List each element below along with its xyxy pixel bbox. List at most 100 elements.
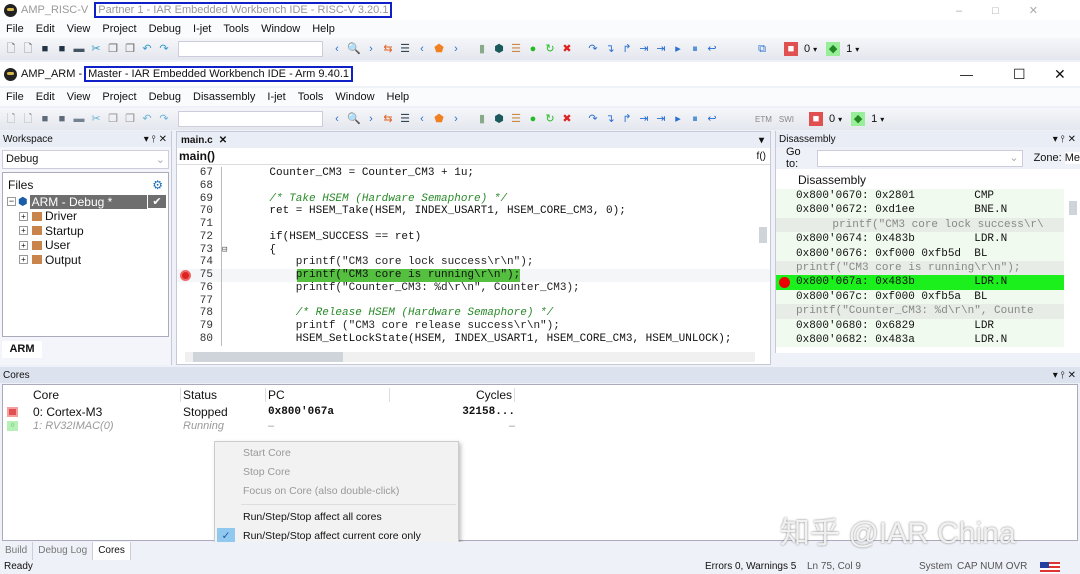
context-menu-item[interactable]: Start Core bbox=[215, 444, 458, 463]
reset-icon[interactable]: ↻ bbox=[543, 42, 557, 56]
gutter[interactable] bbox=[177, 307, 191, 320]
go-icon[interactable]: ▸ bbox=[671, 42, 685, 56]
file-icon[interactable]: ▮ bbox=[475, 42, 489, 56]
core1-selector[interactable]: 1 bbox=[846, 43, 852, 55]
bookmark-icon[interactable]: ⬟ bbox=[432, 112, 446, 126]
menu-project[interactable]: Project bbox=[102, 23, 136, 35]
menu-tools[interactable]: Tools bbox=[223, 23, 249, 35]
menu-file[interactable]: File bbox=[6, 91, 24, 103]
print-icon[interactable]: ▬ bbox=[72, 42, 86, 56]
gutter[interactable] bbox=[177, 231, 191, 244]
context-menu-item[interactable]: Run/Step/Stop affect all cores bbox=[215, 508, 458, 527]
panel-controls[interactable]: ▾ ⫯ ✕ bbox=[144, 134, 167, 145]
chevron-down-icon[interactable]: ▾ bbox=[855, 45, 859, 54]
core-row[interactable]: ○ 1: RV32IMAC(0) Running – – bbox=[3, 419, 1077, 433]
find-icon[interactable]: 🔍 bbox=[347, 112, 361, 126]
close-tab-icon[interactable]: ✕ bbox=[219, 135, 227, 146]
goto-input[interactable]: ⌄ bbox=[817, 149, 1023, 167]
menu-window[interactable]: Window bbox=[261, 23, 300, 35]
menu-view[interactable]: View bbox=[67, 91, 91, 103]
column-status[interactable]: Status bbox=[180, 388, 265, 402]
chevron-down-icon[interactable]: ▾ bbox=[838, 115, 842, 124]
menu-tools[interactable]: Tools bbox=[298, 91, 324, 103]
source-line[interactable]: printf("CM3 core is running\r\n"); bbox=[776, 260, 1064, 276]
column-core[interactable]: Core bbox=[33, 388, 180, 402]
cut-icon[interactable]: ✂ bbox=[89, 112, 103, 126]
list-icon[interactable]: ☰ bbox=[398, 112, 412, 126]
list-icon[interactable]: ☰ bbox=[398, 42, 412, 56]
current-statement-breakpoint-icon[interactable] bbox=[180, 270, 191, 281]
prev-bookmark-icon[interactable]: ‹ bbox=[415, 112, 429, 126]
next-bookmark-icon[interactable]: › bbox=[449, 112, 463, 126]
menu-window[interactable]: Window bbox=[335, 91, 374, 103]
function-navigator[interactable]: main() f() bbox=[177, 148, 770, 165]
step-into-icon[interactable]: ↴ bbox=[603, 42, 617, 56]
zone-select[interactable]: Me bbox=[1064, 152, 1080, 164]
core1-run-icon[interactable]: ◆ bbox=[851, 112, 866, 126]
gutter[interactable] bbox=[177, 180, 191, 193]
panel-controls[interactable]: ▾ ⫯ ✕ bbox=[1053, 370, 1076, 381]
toggle-icon[interactable]: ⇆ bbox=[381, 42, 395, 56]
copy-icon[interactable]: ❐ bbox=[106, 42, 120, 56]
undo-icon[interactable]: ↶ bbox=[140, 112, 154, 126]
step-out-icon[interactable]: ↱ bbox=[620, 42, 634, 56]
core1-selector[interactable]: 1 bbox=[871, 113, 877, 125]
instruction-row[interactable]: 0x800'0672: 0xd1ee BNE.N bbox=[776, 203, 1064, 218]
multicore-icon[interactable]: ⧉ bbox=[755, 42, 769, 56]
menu-ijet[interactable]: I-jet bbox=[267, 91, 285, 103]
list2-icon[interactable]: ☰ bbox=[509, 42, 523, 56]
column-pc[interactable]: PC bbox=[265, 388, 389, 402]
context-menu-item[interactable]: Focus on Core (also double-click) bbox=[215, 482, 458, 501]
function-icon[interactable]: f() bbox=[757, 151, 766, 162]
navigate-forward-icon[interactable]: › bbox=[364, 42, 378, 56]
cut-icon[interactable]: ✂ bbox=[89, 42, 103, 56]
open-icon[interactable]: 🗋 bbox=[21, 112, 35, 126]
core0-stop-icon[interactable]: ■ bbox=[809, 112, 823, 126]
code-area[interactable]: 67 Counter_CM3 = Counter_CM3 + 1u; 68 69 /… bbox=[177, 165, 770, 346]
download-icon[interactable]: ⬢ bbox=[492, 42, 506, 56]
etm-button[interactable]: ETM bbox=[755, 115, 772, 124]
navigate-back-icon[interactable]: ‹ bbox=[330, 112, 344, 126]
folder-node[interactable]: + Output bbox=[3, 253, 168, 268]
step-into-icon[interactable]: ↴ bbox=[603, 112, 617, 126]
find-combo[interactable] bbox=[178, 111, 323, 127]
collapse-icon[interactable]: − bbox=[7, 197, 16, 206]
disassembly-scrollbar[interactable] bbox=[1069, 191, 1077, 349]
gutter[interactable] bbox=[177, 205, 191, 218]
instruction-row[interactable]: 0x800'0674: 0x483b LDR.N bbox=[776, 232, 1064, 247]
project-node[interactable]: − ⬢ ARM - Debug * ✔ bbox=[3, 194, 168, 209]
bookmark-icon[interactable]: ⬟ bbox=[432, 42, 446, 56]
paste-icon[interactable]: ❐ bbox=[123, 42, 137, 56]
instruction-row[interactable]: 0x800'067a: 0x483b LDR.N bbox=[776, 275, 1064, 290]
gutter[interactable] bbox=[177, 167, 191, 180]
go-icon[interactable]: ▸ bbox=[671, 112, 685, 126]
source-line[interactable]: printf("CM3 core lock success\r\ bbox=[776, 217, 1064, 233]
instruction-row[interactable]: 0x800'0670: 0x2801 CMP bbox=[776, 189, 1064, 204]
maximize-button[interactable]: ☐ bbox=[1013, 66, 1026, 83]
folder-node[interactable]: + Driver bbox=[3, 209, 168, 224]
configuration-select[interactable]: Debug ⌄ bbox=[2, 150, 169, 169]
run-to-cursor-icon[interactable]: ⇥ bbox=[654, 112, 668, 126]
folder-node[interactable]: + Startup bbox=[3, 224, 168, 239]
core0-selector[interactable]: 0 bbox=[804, 43, 810, 55]
go-icon[interactable]: ● bbox=[526, 112, 540, 126]
core1-run-icon[interactable]: ◆ bbox=[826, 42, 841, 56]
expand-icon[interactable]: + bbox=[19, 226, 28, 236]
reset-icon[interactable]: ↻ bbox=[543, 112, 557, 126]
gear-icon[interactable]: ⚙ bbox=[152, 178, 163, 192]
next-statement-icon[interactable]: ⇥ bbox=[637, 112, 651, 126]
core0-stop-icon[interactable]: ■ bbox=[784, 42, 798, 56]
find-combo[interactable] bbox=[178, 41, 323, 57]
go-icon[interactable]: ● bbox=[526, 42, 540, 56]
swo-button[interactable]: SWI bbox=[779, 115, 794, 124]
stop-debug-icon[interactable]: ✖ bbox=[560, 42, 574, 56]
expand-icon[interactable]: + bbox=[19, 211, 28, 221]
tab-list-icon[interactable]: ▾ bbox=[759, 135, 764, 146]
minimize-button[interactable]: — bbox=[960, 67, 973, 82]
redo-icon[interactable]: ↷ bbox=[157, 112, 171, 126]
instruction-row[interactable]: 0x800'0680: 0x6829 LDR bbox=[776, 318, 1064, 333]
fold-marker[interactable]: ⊟ bbox=[221, 243, 233, 257]
menu-project[interactable]: Project bbox=[102, 91, 136, 103]
prev-bookmark-icon[interactable]: ‹ bbox=[415, 42, 429, 56]
tab-debug-log[interactable]: Debug Log bbox=[33, 542, 94, 560]
